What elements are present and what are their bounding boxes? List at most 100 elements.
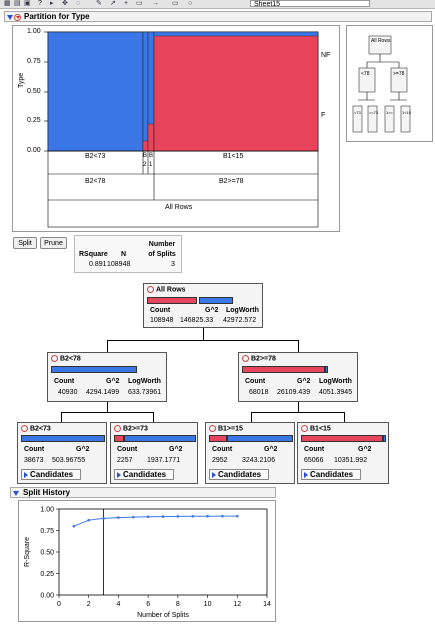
leaf-label: B [143, 153, 148, 159]
node-bar-red [301, 435, 383, 442]
disclosure-icon[interactable] [7, 15, 13, 20]
split-history-outline-header[interactable]: Split History [10, 487, 276, 498]
summary-table: RSquare N Number of Splits 0.891 108948 … [74, 235, 182, 273]
partition-block[interactable] [153, 31, 319, 152]
plot-frame [58, 508, 268, 596]
candidates-button[interactable]: Candidates [209, 469, 269, 480]
circle-icon[interactable]: ○ [188, 0, 194, 7]
arrow-icon[interactable]: → [152, 0, 159, 7]
red-triangle-icon[interactable] [242, 355, 249, 362]
node-value: 26109.439 [277, 389, 311, 396]
data-point [235, 514, 239, 518]
data-point [117, 516, 120, 519]
tree-node-b1-lt-15[interactable]: B1<15 Count G^2 65066 10351.992 Candidat… [297, 422, 389, 484]
rect-icon[interactable]: ▭ [172, 0, 179, 7]
candidates-button[interactable]: Candidates [114, 469, 174, 480]
tree-connector [251, 412, 344, 413]
tree-node-b2-ge-73[interactable]: B2>=73 Count G^2 2257 1937.1771 Candidat… [110, 422, 198, 484]
data-point [206, 514, 209, 518]
copy-icon[interactable]: ▣ [24, 0, 31, 7]
node-title: B2>=73 [114, 425, 148, 432]
tree-connector [298, 340, 299, 352]
leaf-label-sub: 1 [149, 162, 153, 168]
red-triangle-icon[interactable] [51, 355, 58, 362]
candidates-button[interactable]: Candidates [301, 469, 361, 480]
partition-outline-header[interactable]: Partition for Type [4, 11, 432, 22]
x-tick-label: 6 [146, 601, 150, 608]
red-triangle-icon[interactable] [301, 425, 308, 432]
node-value: 38673 [24, 457, 44, 464]
summary-value: 3 [171, 261, 175, 268]
partition-plot-svg [44, 31, 319, 228]
lasso-icon[interactable]: ◌ [76, 0, 82, 7]
node-col-label: Count [24, 446, 45, 453]
candidates-button[interactable]: Candidates [21, 469, 81, 480]
data-point [146, 515, 150, 519]
x-tick-label: 10 [204, 601, 212, 608]
data-point [191, 515, 195, 518]
y-axis-label: R-Square [24, 537, 31, 567]
brush-icon[interactable]: ✎ [96, 0, 102, 7]
x-tick-label: 2 [87, 601, 91, 608]
red-triangle-icon[interactable] [21, 425, 28, 432]
select-icon[interactable]: ▸ [50, 0, 56, 7]
x-tick-label: 0 [57, 601, 61, 608]
node-title: All Rows [147, 286, 186, 293]
y-tick: 0.00 [27, 147, 41, 154]
y-tick: 0.50 [27, 88, 41, 95]
red-triangle-icon[interactable] [114, 425, 121, 432]
sheet-select[interactable]: Sheet15 [250, 0, 370, 8]
partition-block[interactable] [47, 31, 144, 152]
scroll-icon[interactable]: ↗ [110, 0, 116, 7]
tree-node-b2-lt-73[interactable]: B2<73 Count G^2 38673 503.96755 Candidat… [17, 422, 107, 484]
y-tick: 1.00 [27, 28, 41, 35]
move-icon[interactable]: ✥ [62, 0, 68, 7]
mini-tree-root: All Rows [371, 38, 391, 44]
node-value: 68018 [249, 389, 269, 396]
node-bar-blue [325, 366, 328, 373]
table-icon[interactable]: ▦ [4, 0, 11, 7]
tree-node-b2-lt-78[interactable]: B2<78 Count G^2 LogWorth 40930 4294.1499… [47, 352, 167, 402]
node-bar-red [147, 297, 197, 304]
mini-tree-node: >=78 [393, 71, 405, 77]
node-value: 4051.3945 [319, 389, 353, 396]
node-bar-red [114, 435, 124, 442]
data-point [87, 518, 91, 522]
disclosure-icon[interactable] [13, 491, 19, 496]
node-value: 42972.572 [223, 317, 257, 324]
red-triangle-icon[interactable] [209, 425, 216, 432]
tree-node-b2-ge-78[interactable]: B2>=78 Count G^2 LogWorth 68018 26109.43… [238, 352, 358, 402]
summary-header: N [121, 251, 127, 258]
x-tick-label: 14 [263, 601, 271, 608]
tree-node-b1-ge-15[interactable]: B1>=15 Count G^2 2952 3243.2106 Candidat… [205, 422, 295, 484]
node-bar-blue [383, 435, 386, 442]
red-triangle-icon[interactable] [147, 286, 154, 293]
help-icon[interactable]: ? [38, 0, 44, 7]
x-tick-label: 12 [233, 601, 241, 608]
node-col-label: Count [212, 446, 233, 453]
tree-node-root[interactable]: All Rows Count G^2 LogWorth 108948 14682… [143, 283, 263, 328]
tree-connector [298, 402, 299, 412]
node-col-label: G^2 [205, 307, 219, 314]
tree-connector [61, 412, 153, 413]
tree-connector [251, 412, 252, 422]
zoom-icon[interactable]: + [124, 0, 130, 7]
leaf-label: B1<15 [223, 153, 244, 160]
node-value: 633.73961 [128, 389, 162, 396]
split-label: B2<78 [85, 178, 106, 185]
split-button[interactable]: Split [13, 237, 37, 249]
x-axis-label: Number of Splits [137, 612, 189, 619]
tree-connector [107, 340, 108, 352]
y-tick-label: 0.25 [40, 571, 54, 578]
node-bar-blue [21, 435, 105, 442]
annotate-icon[interactable]: ▭ [136, 0, 143, 7]
data-point [176, 515, 180, 518]
red-triangle-menu-icon[interactable] [14, 14, 21, 21]
node-value: 40930 [58, 389, 78, 396]
mini-tree-leaf: 1>= [386, 110, 393, 115]
summary-value: 108948 [107, 261, 131, 268]
node-col-label: G^2 [297, 378, 311, 385]
report-icon[interactable]: ▤ [14, 0, 21, 7]
prune-button[interactable]: Prune [40, 237, 67, 249]
data-point [72, 524, 76, 528]
